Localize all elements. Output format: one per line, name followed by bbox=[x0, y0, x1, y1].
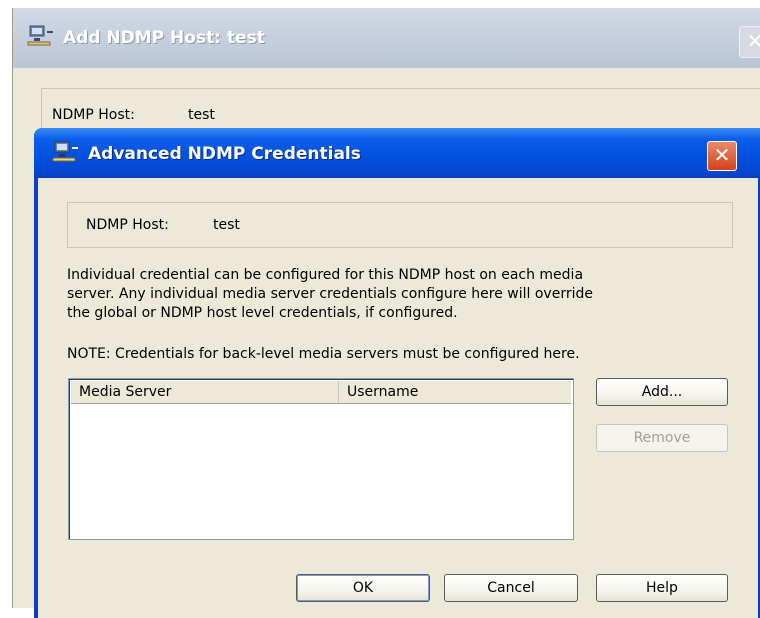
outer-close-button[interactable]: ✕ bbox=[739, 26, 760, 58]
host-label: NDMP Host: bbox=[86, 217, 169, 233]
column-media-server[interactable]: Media Server bbox=[71, 381, 339, 403]
outer-host-label: NDMP Host: bbox=[52, 107, 135, 123]
remove-button[interactable]: Remove bbox=[596, 424, 728, 452]
description-line: the global or NDMP host level credential… bbox=[67, 305, 458, 321]
dialog-close-button[interactable]: ✕ bbox=[707, 141, 737, 171]
network-host-icon bbox=[52, 140, 80, 168]
cancel-button[interactable]: Cancel bbox=[444, 574, 578, 602]
outer-title-bar[interactable]: Add NDMP Host: test ✕ bbox=[13, 8, 760, 68]
close-icon: ✕ bbox=[746, 29, 760, 53]
dialog-body: NDMP Host: test Individual credential ca… bbox=[38, 178, 758, 618]
advanced-ndmp-credentials-dialog: Advanced NDMP Credentials ✕ NDMP Host: t… bbox=[34, 128, 760, 618]
close-icon: ✕ bbox=[713, 143, 731, 167]
description-line: server. Any individual media server cred… bbox=[67, 286, 593, 302]
ok-button[interactable]: OK bbox=[296, 574, 430, 602]
description-text: Individual credential can be configured … bbox=[67, 266, 747, 323]
add-button[interactable]: Add... bbox=[596, 378, 728, 406]
note-text: NOTE: Credentials for back-level media s… bbox=[67, 346, 580, 362]
host-value: test bbox=[213, 217, 240, 233]
column-username[interactable]: Username bbox=[339, 381, 571, 403]
host-group: NDMP Host: test bbox=[67, 202, 733, 248]
list-header: Media Server Username bbox=[71, 381, 571, 404]
dialog-title-bar[interactable]: Advanced NDMP Credentials ✕ bbox=[34, 128, 760, 178]
credentials-list[interactable]: Media Server Username bbox=[68, 378, 574, 540]
dialog-title: Advanced NDMP Credentials bbox=[88, 144, 361, 164]
description-line: Individual credential can be configured … bbox=[67, 267, 584, 283]
outer-host-value: test bbox=[188, 107, 215, 123]
network-host-icon bbox=[27, 24, 55, 52]
outer-window-title: Add NDMP Host: test bbox=[63, 28, 265, 48]
help-button[interactable]: Help bbox=[596, 574, 728, 602]
